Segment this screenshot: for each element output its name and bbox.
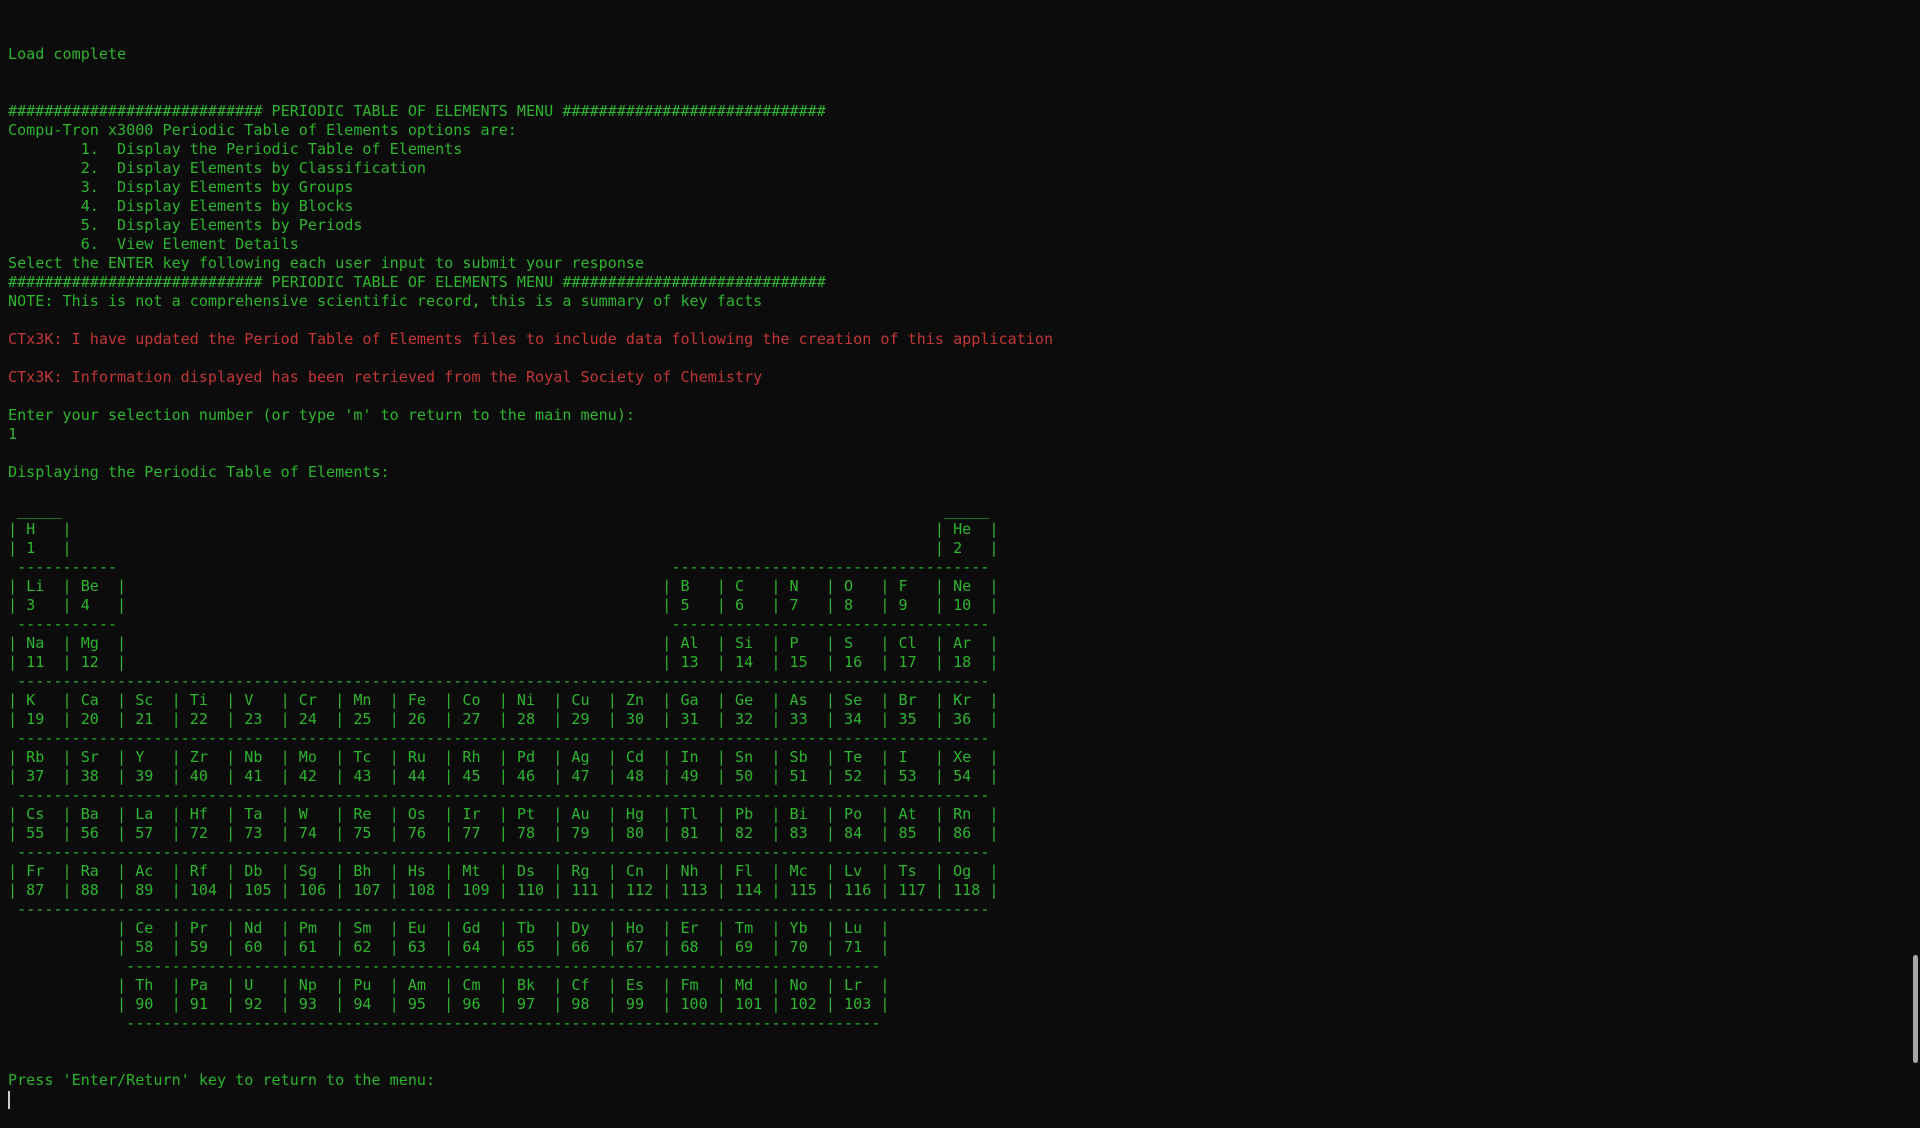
periodic-table-ascii-line: | 58 | 59 | 60 | 61 | 62 | 63 | 64 | 65 … (8, 938, 1920, 957)
terminal-output: Load complete ###########################… (8, 45, 1920, 1109)
periodic-table-ascii-line: | 1 | | 2 | (8, 539, 1920, 558)
menu-option-4: 4. Display Elements by Blocks (8, 197, 1920, 216)
periodic-table-ascii-line: ----------------------------------------… (8, 900, 1920, 919)
periodic-table-ascii-line: ----------- ----------------------------… (8, 558, 1920, 577)
periodic-table-ascii-line: | K | Ca | Sc | Ti | V | Cr | Mn | Fe | … (8, 691, 1920, 710)
periodic-table-ascii-line: | Li | Be | | B | C | N | O | F | Ne | (8, 577, 1920, 596)
periodic-table-ascii-line: ----------------------------------------… (8, 1014, 1920, 1033)
blank-line (8, 387, 1920, 406)
periodic-table-ascii-line: | Ce | Pr | Nd | Pm | Sm | Eu | Gd | Tb … (8, 919, 1920, 938)
blank-line (8, 444, 1920, 463)
return-prompt: Press 'Enter/Return' key to return to th… (8, 1071, 1920, 1090)
periodic-table-ascii-line: | Rb | Sr | Y | Zr | Nb | Mo | Tc | Ru |… (8, 748, 1920, 767)
periodic-table-ascii-line: | 19 | 20 | 21 | 22 | 23 | 24 | 25 | 26 … (8, 710, 1920, 729)
menu-header-top: ############################ PERIODIC TA… (8, 102, 1920, 121)
menu-header-bottom: ############################ PERIODIC TA… (8, 273, 1920, 292)
menu-option-2: 2. Display Elements by Classification (8, 159, 1920, 178)
periodic-table-ascii-line: | 90 | 91 | 92 | 93 | 94 | 95 | 96 | 97 … (8, 995, 1920, 1014)
text-cursor (8, 1091, 10, 1109)
table-caption: Displaying the Periodic Table of Element… (8, 463, 1920, 482)
periodic-table-ascii-line: ----------------------------------------… (8, 957, 1920, 976)
periodic-table-ascii-line: | 55 | 56 | 57 | 72 | 73 | 74 | 75 | 76 … (8, 824, 1920, 843)
user-input-echo: 1 (8, 425, 1920, 444)
periodic-table-ascii-line: ----------- ----------------------------… (8, 615, 1920, 634)
selection-prompt: Enter your selection number (or type 'm'… (8, 406, 1920, 425)
periodic-table-ascii-line: | Na | Mg | | Al | Si | P | S | Cl | Ar … (8, 634, 1920, 653)
load-complete-message: Load complete (8, 45, 1920, 64)
blank-line (8, 482, 1920, 501)
periodic-table-ascii-line: | 37 | 38 | 39 | 40 | 41 | 42 | 43 | 44 … (8, 767, 1920, 786)
menu-title: Compu-Tron x3000 Periodic Table of Eleme… (8, 121, 1920, 140)
terminal-screen[interactable]: Load complete ###########################… (0, 0, 1920, 1080)
ctx3k-message-2: CTx3K: Information displayed has been re… (8, 368, 1920, 387)
menu-option-6: 6. View Element Details (8, 235, 1920, 254)
menu-note: NOTE: This is not a comprehensive scient… (8, 292, 1920, 311)
menu-option-3: 3. Display Elements by Groups (8, 178, 1920, 197)
periodic-table-ascii-line: ----------------------------------------… (8, 786, 1920, 805)
blank-line (8, 1052, 1920, 1071)
periodic-table-ascii-line: ----------------------------------------… (8, 843, 1920, 862)
periodic-table-ascii-line: ----------------------------------------… (8, 672, 1920, 691)
periodic-table-ascii-line: | 3 | 4 | | 5 | 6 | 7 | 8 | 9 | 10 | (8, 596, 1920, 615)
periodic-table-ascii-line: | Fr | Ra | Ac | Rf | Db | Sg | Bh | Hs … (8, 862, 1920, 881)
blank-line (8, 349, 1920, 368)
periodic-table-ascii-line: | 87 | 88 | 89 | 104 | 105 | 106 | 107 |… (8, 881, 1920, 900)
cursor-line (8, 1090, 1920, 1109)
periodic-table-ascii-line: ----------------------------------------… (8, 729, 1920, 748)
periodic-table-ascii-line: | 11 | 12 | | 13 | 14 | 15 | 16 | 17 | 1… (8, 653, 1920, 672)
scrollbar-thumb[interactable] (1913, 955, 1918, 1063)
ctx3k-message-1: CTx3K: I have updated the Period Table o… (8, 330, 1920, 349)
blank-line (8, 83, 1920, 102)
menu-option-5: 5. Display Elements by Periods (8, 216, 1920, 235)
blank-line (8, 1033, 1920, 1052)
periodic-table-ascii-line: | Cs | Ba | La | Hf | Ta | W | Re | Os |… (8, 805, 1920, 824)
periodic-table-ascii-line: | H | | He | (8, 520, 1920, 539)
periodic-table-ascii-line: _____ _____ (8, 501, 1920, 520)
blank-line (8, 311, 1920, 330)
menu-instruction: Select the ENTER key following each user… (8, 254, 1920, 273)
periodic-table-ascii-line: | Th | Pa | U | Np | Pu | Am | Cm | Bk |… (8, 976, 1920, 995)
blank-line (8, 64, 1920, 83)
menu-option-1: 1. Display the Periodic Table of Element… (8, 140, 1920, 159)
